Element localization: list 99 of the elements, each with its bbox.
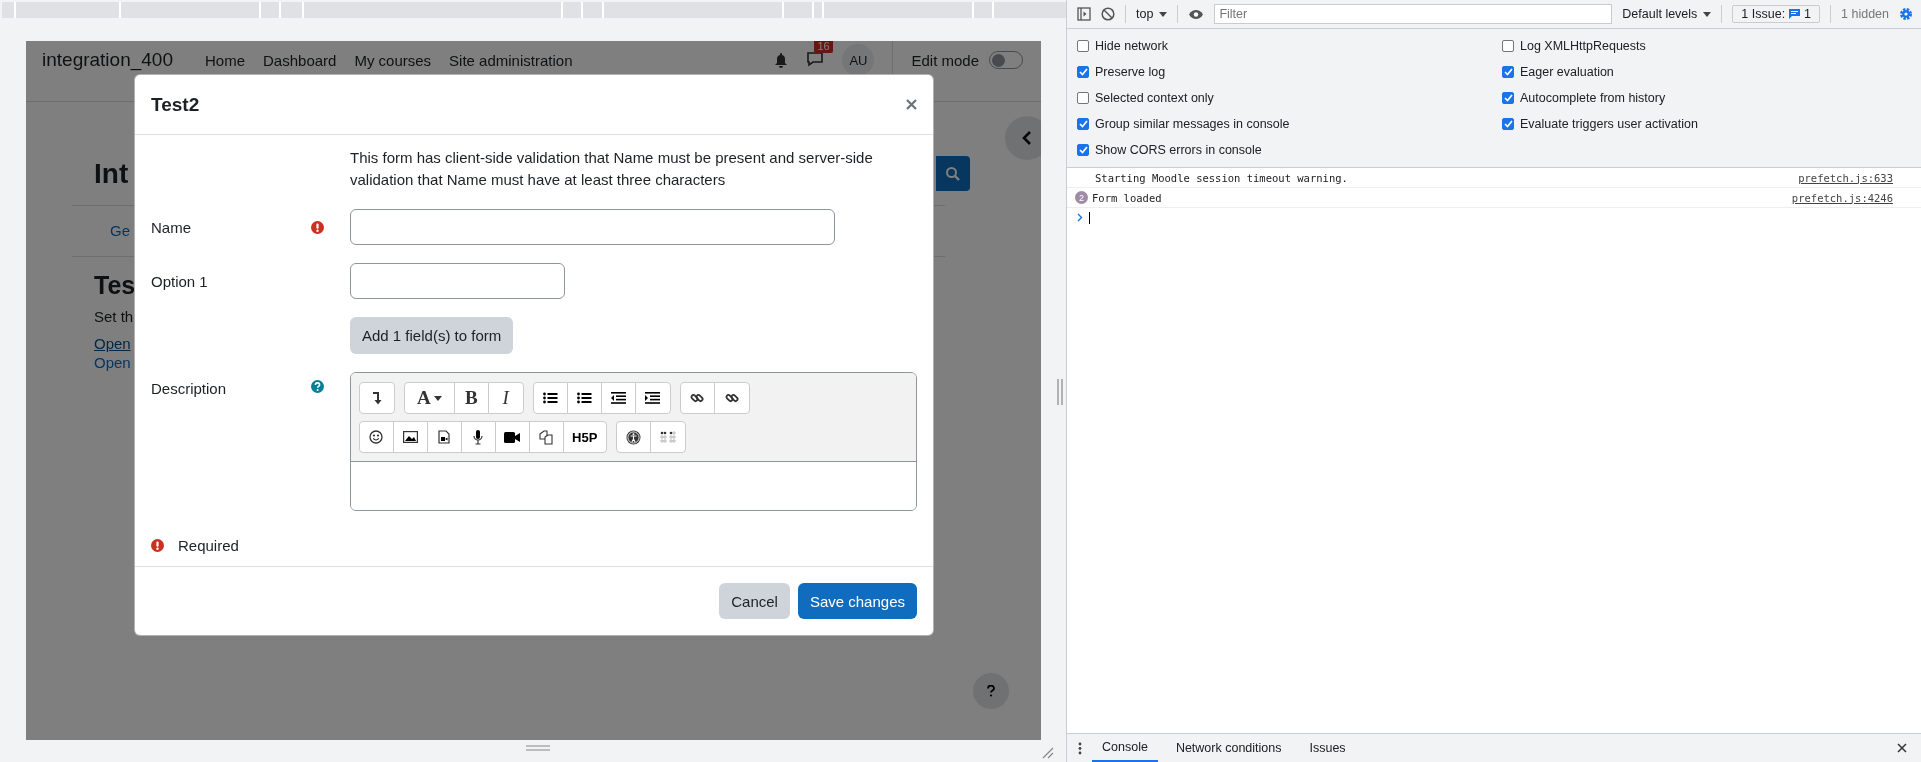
smiley-icon [369, 430, 384, 444]
resize-corner-icon[interactable] [1042, 747, 1054, 759]
repeat-count: 2 [1075, 191, 1088, 204]
search-button[interactable] [936, 156, 970, 191]
required-note: Required [178, 537, 239, 554]
section-heading: Tes [94, 271, 136, 300]
edit-mode-label: Edit mode [911, 51, 979, 69]
prompt-chevron-icon [1077, 213, 1083, 222]
setting-option[interactable]: Autocomplete from history [1502, 85, 1666, 111]
toolbar-button[interactable]: H5P [563, 422, 606, 452]
text-field[interactable] [350, 263, 565, 299]
setting-option[interactable]: Selected context only [1077, 85, 1214, 111]
toolbar-button[interactable]: I [488, 383, 523, 413]
form-intro: This form has client-side validation that Name must be present and server-side validation that Name must have at least three characters [350, 148, 874, 190]
console-message: Form loaded [1092, 191, 1163, 204]
splitter-handle-icon[interactable] [1057, 379, 1063, 405]
text-cursor [1089, 211, 1090, 224]
copy-icon [539, 429, 554, 445]
modal-title: Test2 [151, 93, 200, 116]
page-heading: Int [94, 157, 129, 190]
video-camera-icon [504, 431, 521, 443]
drawer-tab[interactable]: Issues [1299, 734, 1356, 762]
checkbox[interactable] [1502, 40, 1514, 52]
levels-dropdown[interactable]: Default levels [1622, 7, 1712, 21]
context-dropdown[interactable]: top [1136, 7, 1168, 21]
toolbar-button[interactable]: B [454, 383, 489, 413]
resize-handle-icon[interactable] [526, 745, 550, 751]
list-icon [542, 392, 558, 404]
field-label: Description [151, 380, 227, 397]
clear-icon[interactable] [1101, 7, 1115, 21]
link-icon [690, 391, 705, 405]
bell-icon[interactable] [774, 52, 789, 68]
image-icon [402, 431, 418, 443]
setting-option[interactable]: Hide network [1077, 33, 1168, 59]
toolbar-button[interactable]: A [404, 383, 455, 413]
issues-button[interactable]: 1 Issue: 1 [1732, 5, 1821, 23]
field-label: Name [151, 218, 191, 236]
checkbox[interactable] [1077, 92, 1089, 104]
notification-count: 16 [814, 41, 833, 53]
drawer-toggle-button[interactable] [1005, 116, 1041, 160]
source-link[interactable]: prefetch.js:4246 [1791, 191, 1893, 204]
eye-icon[interactable] [1188, 8, 1205, 20]
indent-icon [610, 392, 626, 404]
hidden-count: 1 hidden [1841, 7, 1889, 21]
link-icon [724, 391, 739, 405]
console-message: Starting Moodle session timeout warning. [1095, 171, 1349, 184]
site-name[interactable]: integration_400 [42, 49, 173, 71]
chevron-left-icon [1022, 131, 1032, 145]
down-arrow-icon [371, 391, 382, 405]
question-icon [987, 685, 995, 697]
chat-icon[interactable] [806, 50, 825, 67]
setting-option[interactable]: Group similar messages in console [1077, 111, 1290, 137]
drawer-tab[interactable]: Network conditions [1165, 734, 1292, 762]
drawer-tab[interactable]: Console [1092, 734, 1158, 762]
section-text: Set th [94, 308, 134, 325]
nav-link[interactable]: My courses [354, 51, 432, 69]
nav-link[interactable]: Site administration [449, 51, 573, 69]
caret-icon [433, 395, 442, 401]
more-icon[interactable] [1078, 741, 1082, 755]
setting-option[interactable]: Preserve log [1077, 59, 1166, 85]
checkbox[interactable] [1502, 92, 1514, 104]
cancel-button[interactable]: Cancel [719, 583, 790, 619]
source-link[interactable]: prefetch.js:633 [1798, 171, 1893, 184]
text-field[interactable] [350, 209, 835, 245]
caret-icon [1703, 11, 1712, 17]
checkbox[interactable] [1502, 66, 1514, 78]
checkbox[interactable] [1077, 118, 1089, 130]
search-icon [945, 165, 961, 182]
message-icon [1789, 9, 1801, 19]
checkbox[interactable] [1077, 66, 1089, 78]
checkbox[interactable] [1502, 118, 1514, 130]
sidebar-toggle-icon[interactable] [1077, 7, 1091, 21]
setting-option[interactable]: Evaluate triggers user activation [1502, 111, 1698, 137]
required-icon [151, 539, 164, 552]
user-avatar[interactable]: AU [842, 44, 875, 76]
braille-icon [659, 431, 676, 443]
setting-option[interactable]: Log XMLHttpRequests [1502, 33, 1646, 59]
text-editor[interactable]: A B I H5P [349, 372, 917, 511]
save-button[interactable]: Save changes [797, 583, 917, 619]
help-button[interactable] [973, 673, 1009, 709]
settings-icon[interactable] [1899, 7, 1913, 21]
nav-link[interactable]: Dashboard [263, 51, 337, 69]
microphone-icon [473, 429, 484, 445]
caret-icon [1159, 11, 1168, 17]
checkbox[interactable] [1077, 40, 1089, 52]
close-icon[interactable] [1897, 743, 1907, 753]
setting-option[interactable]: Eager evaluation [1502, 59, 1614, 85]
indent-icon [645, 392, 661, 404]
file-video-icon [438, 430, 451, 444]
list-icon [576, 392, 592, 404]
add-field-button[interactable]: Add 1 field(s) to form [350, 317, 514, 354]
checkbox[interactable] [1077, 144, 1089, 156]
filter-field[interactable]: Filter [1214, 4, 1613, 24]
field-label: Option 1 [151, 272, 208, 290]
nav-link[interactable]: Home [205, 51, 245, 69]
accessibility-icon [625, 429, 641, 445]
setting-option[interactable]: Show CORS errors in console [1077, 137, 1262, 163]
help-icon[interactable] [310, 380, 324, 393]
page-link[interactable]: Open [94, 335, 131, 352]
